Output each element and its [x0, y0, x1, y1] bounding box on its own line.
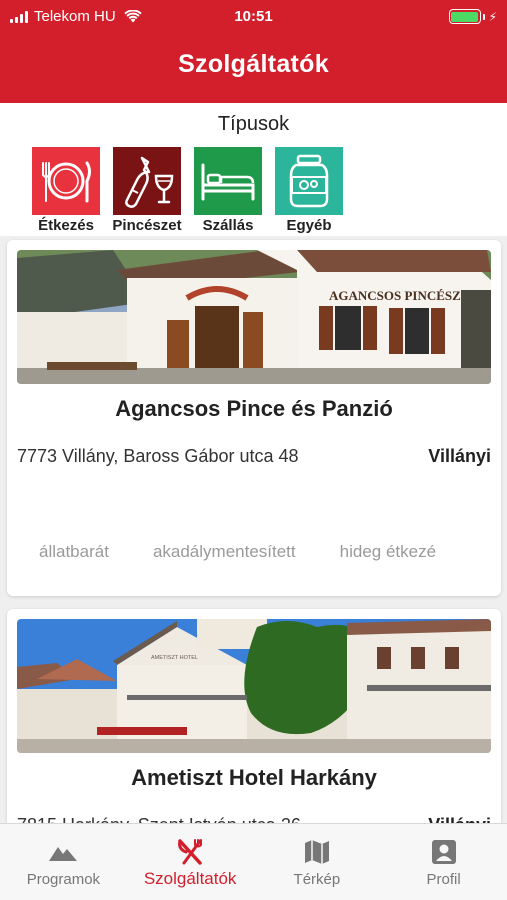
charging-icon: ⚡: [488, 9, 497, 24]
photo-sign-text: AGANCSOS PINCÉSZET: [329, 288, 479, 303]
type-szallas[interactable]: Szállás: [194, 147, 262, 234]
battery-icon: [448, 9, 481, 24]
status-bar: Telekom HU 10:51 ⚡: [0, 6, 507, 28]
page-title: Szolgáltatók: [178, 50, 329, 78]
type-egyeb[interactable]: Egyéb: [275, 147, 343, 234]
provider-address: 7815 Harkány, Szent István utca 26: [17, 815, 301, 823]
types-row: Étkezés Pincészet Szállás Egyéb: [32, 147, 356, 234]
bed-icon: [194, 147, 262, 215]
mountain-icon: [48, 838, 78, 866]
tab-profil[interactable]: Profil: [380, 824, 507, 900]
type-label: Pincészet: [112, 217, 182, 234]
tab-label: Szolgáltatók: [143, 869, 237, 888]
battery-tip: [482, 13, 485, 20]
tab-label: Profil: [426, 871, 461, 888]
tag-list: állatbarát akadálymentesített hideg étke…: [39, 542, 436, 562]
wine-bottle-glass-icon: [113, 147, 181, 215]
tab-label: Térkép: [293, 871, 341, 888]
tag: hideg étkezé: [339, 542, 437, 561]
types-title: Típusok: [217, 113, 290, 135]
type-label: Egyéb: [286, 217, 332, 234]
provider-region: Villányi: [428, 815, 491, 823]
fork-knife-icon: [175, 838, 205, 866]
type-label: Étkezés: [38, 217, 94, 234]
tab-programok[interactable]: Programok: [0, 824, 127, 900]
status-time: 10:51: [234, 8, 273, 25]
photo-sign-text: AMETISZT HOTEL: [151, 655, 198, 661]
app-header: Telekom HU 10:51 ⚡ Szolgáltatók: [0, 0, 507, 103]
provider-card[interactable]: AMETISZT HOTEL Ametiszt Hotel Harkány 78…: [7, 609, 501, 823]
tab-szolgaltatok[interactable]: Szolgáltatók: [127, 824, 254, 900]
provider-name: Agancsos Pince és Panzió: [115, 396, 393, 421]
type-etkezes[interactable]: Étkezés: [32, 147, 100, 234]
jar-icon: [275, 147, 343, 215]
provider-region: Villányi: [428, 446, 491, 466]
plate-cutlery-icon: [32, 147, 100, 215]
provider-address: 7773 Villány, Baross Gábor utca 48: [17, 446, 299, 466]
provider-photo: AGANCSOS PINCÉSZET: [17, 250, 491, 384]
type-pinceszet[interactable]: Pincészet: [112, 147, 182, 234]
profile-icon: [429, 838, 459, 866]
tag: állatbarát: [39, 542, 109, 561]
tab-terkep[interactable]: Térkép: [254, 824, 381, 900]
tag: akadálymentesített: [152, 542, 296, 561]
content-scroll[interactable]: Típusok Étkezés Pincészet Szállás Egyéb …: [0, 103, 507, 823]
type-label: Szállás: [202, 217, 254, 234]
provider-name: Ametiszt Hotel Harkány: [131, 765, 377, 790]
status-right: ⚡: [448, 9, 497, 24]
tab-label: Programok: [26, 871, 101, 888]
tab-bar: Programok Szolgáltatók Térkép Profil: [0, 823, 507, 900]
types-section: Típusok Étkezés Pincészet Szállás Egyéb: [0, 103, 507, 236]
map-icon: [302, 838, 332, 866]
provider-card[interactable]: AGANCSOS PINCÉSZET Agancsos Pince és Pan…: [7, 240, 501, 596]
app-screen: Telekom HU 10:51 ⚡ Szolgáltatók Típusok: [0, 0, 507, 900]
provider-photo: AMETISZT HOTEL: [17, 619, 491, 753]
